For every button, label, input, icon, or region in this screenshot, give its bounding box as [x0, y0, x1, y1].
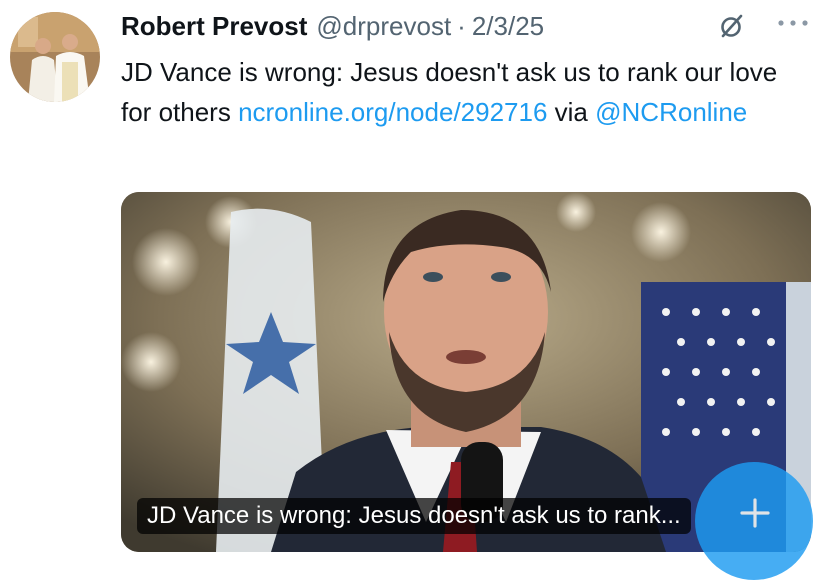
avatar-photo [10, 12, 100, 102]
post-header: Robert Prevost @drprevost · 2/3/25 [121, 8, 711, 44]
via-handle[interactable]: @NCRonline [595, 97, 747, 127]
separator-dot: · [457, 11, 466, 41]
author-name[interactable]: Robert Prevost [121, 8, 307, 44]
card-caption: JD Vance is wrong: Jesus doesn't ask us … [137, 498, 691, 534]
plus-icon[interactable] [738, 496, 772, 530]
more-icon[interactable] [776, 12, 810, 34]
post-text: JD Vance is wrong: Jesus doesn't ask us … [121, 52, 781, 132]
post-link[interactable]: ncronline.org/node/292716 [238, 97, 547, 127]
slashed-circle-icon [721, 14, 743, 38]
author-handle[interactable]: @drprevost [316, 8, 451, 44]
post-date[interactable]: 2/3/25 [472, 8, 544, 44]
via-label: via [554, 97, 588, 127]
avatar[interactable] [10, 12, 100, 102]
